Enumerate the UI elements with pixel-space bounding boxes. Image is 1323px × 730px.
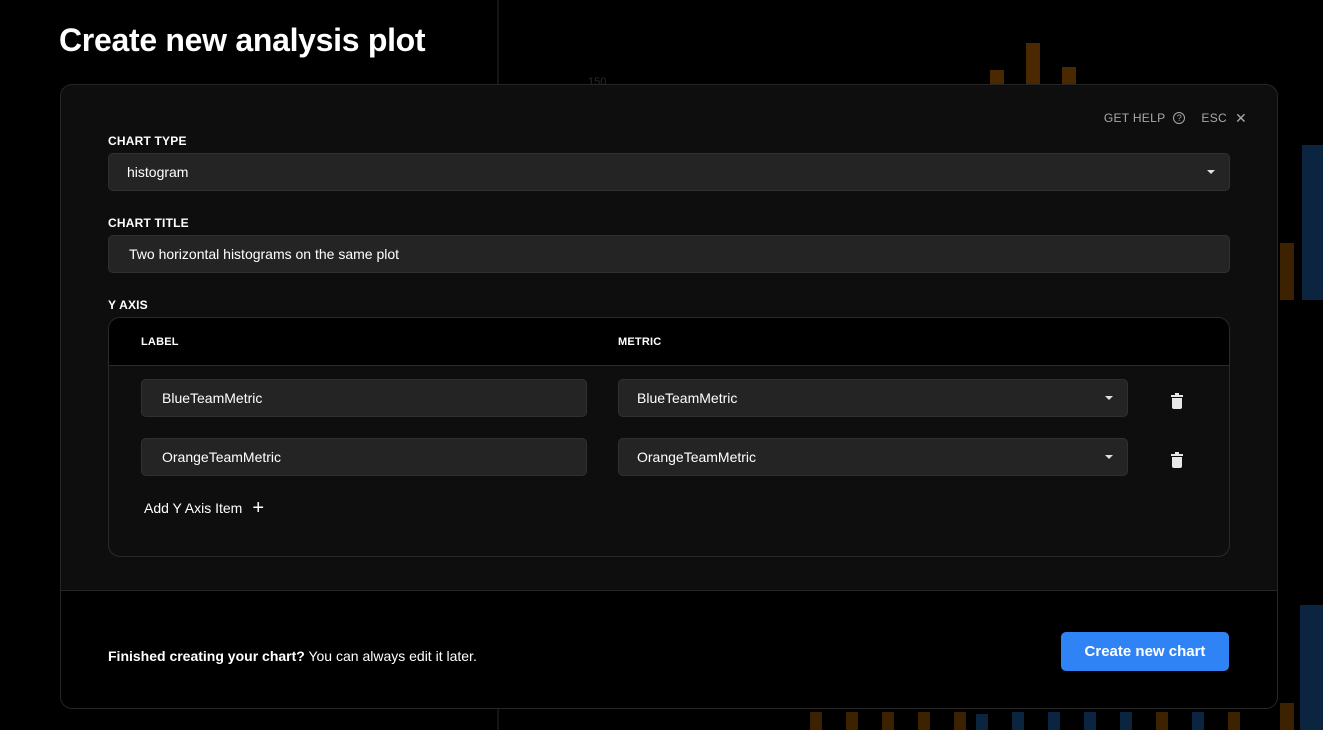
chart-type-value: histogram <box>127 164 189 180</box>
create-new-chart-button[interactable]: Create new chart <box>1061 632 1229 671</box>
add-y-axis-item-button[interactable]: Add Y Axis Item + <box>144 497 265 519</box>
y-axis-label-input[interactable]: BlueTeamMetric <box>141 379 587 417</box>
y-axis-table-header: LABEL METRIC <box>109 318 1229 366</box>
column-header-label: LABEL <box>141 336 179 348</box>
y-axis-panel: LABEL METRIC BlueTeamMetric BlueTeamMetr… <box>108 317 1230 557</box>
close-icon[interactable]: ✕ <box>1235 111 1247 125</box>
chevron-down-icon <box>1105 455 1113 459</box>
y-axis-label: Y AXIS <box>108 298 148 312</box>
question-circle-icon[interactable]: ? <box>1173 112 1186 124</box>
create-chart-modal: GET HELP ? ESC ✕ CHART TYPE histogram CH… <box>60 84 1278 709</box>
y-axis-metric-value: OrangeTeamMetric <box>637 449 757 465</box>
footer-message: Finished creating your chart? You can al… <box>108 648 477 664</box>
chart-title-label: CHART TITLE <box>108 216 189 230</box>
trash-icon[interactable] <box>1171 452 1183 468</box>
y-axis-metric-select[interactable]: BlueTeamMetric <box>618 379 1128 417</box>
esc-label[interactable]: ESC <box>1201 111 1227 125</box>
chart-title-input[interactable]: Two horizontal histograms on the same pl… <box>108 235 1230 273</box>
plus-icon: + <box>252 497 265 519</box>
chart-title-value: Two horizontal histograms on the same pl… <box>129 246 400 262</box>
y-axis-metric-select[interactable]: OrangeTeamMetric <box>618 438 1128 476</box>
footer-bold-text: Finished creating your chart? <box>108 648 305 664</box>
modal-top-actions: GET HELP ? ESC ✕ <box>1104 111 1247 125</box>
modal-footer: Finished creating your chart? You can al… <box>61 590 1277 708</box>
chart-type-label: CHART TYPE <box>108 134 187 148</box>
y-axis-label-value: BlueTeamMetric <box>162 390 263 406</box>
y-axis-metric-value: BlueTeamMetric <box>637 390 738 406</box>
y-axis-label-value: OrangeTeamMetric <box>162 449 282 465</box>
add-y-axis-item-label: Add Y Axis Item <box>144 500 243 516</box>
trash-icon[interactable] <box>1171 393 1183 409</box>
y-axis-label-input[interactable]: OrangeTeamMetric <box>141 438 587 476</box>
chevron-down-icon <box>1207 170 1215 174</box>
chart-type-select[interactable]: histogram <box>108 153 1230 191</box>
column-header-metric: METRIC <box>618 336 662 348</box>
get-help-link[interactable]: GET HELP <box>1104 111 1166 125</box>
footer-text: You can always edit it later. <box>304 648 477 664</box>
page-title: Create new analysis plot <box>59 22 426 58</box>
chevron-down-icon <box>1105 396 1113 400</box>
